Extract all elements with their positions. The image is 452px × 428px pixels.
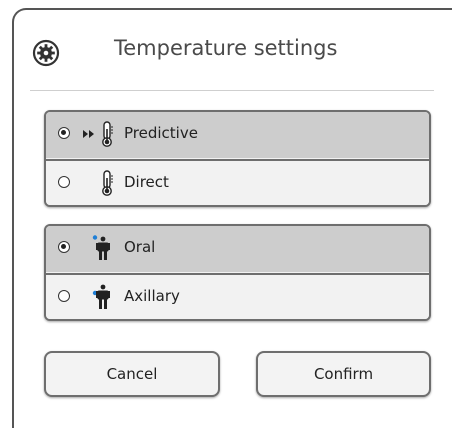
radio-unselected-icon[interactable] [58, 290, 70, 302]
page-title: Temperature settings [114, 36, 338, 60]
option-label: Axillary [124, 287, 180, 305]
cancel-button[interactable]: Cancel [44, 351, 220, 397]
option-label: Predictive [124, 124, 198, 142]
measurement-mode-group: Predictive Direct [44, 110, 431, 207]
header-divider [30, 90, 434, 91]
radio-selected-icon[interactable] [58, 127, 70, 139]
radio-unselected-icon[interactable] [58, 176, 70, 188]
measurement-site-group: Oral Axillary [44, 224, 431, 321]
option-oral[interactable]: Oral [46, 226, 429, 272]
option-label: Direct [124, 173, 169, 191]
gear-icon [32, 39, 60, 67]
dialog-header: Temperature settings [32, 36, 432, 85]
option-axillary[interactable]: Axillary [46, 273, 429, 319]
predictive-thermometer-icon [83, 121, 113, 147]
thermometer-icon [102, 170, 113, 196]
confirm-button[interactable]: Confirm [256, 351, 431, 397]
option-predictive[interactable]: Predictive [46, 112, 429, 158]
axillary-site-icon [92, 284, 110, 309]
option-label: Oral [124, 238, 156, 256]
option-direct[interactable]: Direct [46, 159, 429, 205]
radio-selected-icon[interactable] [58, 241, 70, 253]
oral-site-icon [92, 235, 110, 260]
